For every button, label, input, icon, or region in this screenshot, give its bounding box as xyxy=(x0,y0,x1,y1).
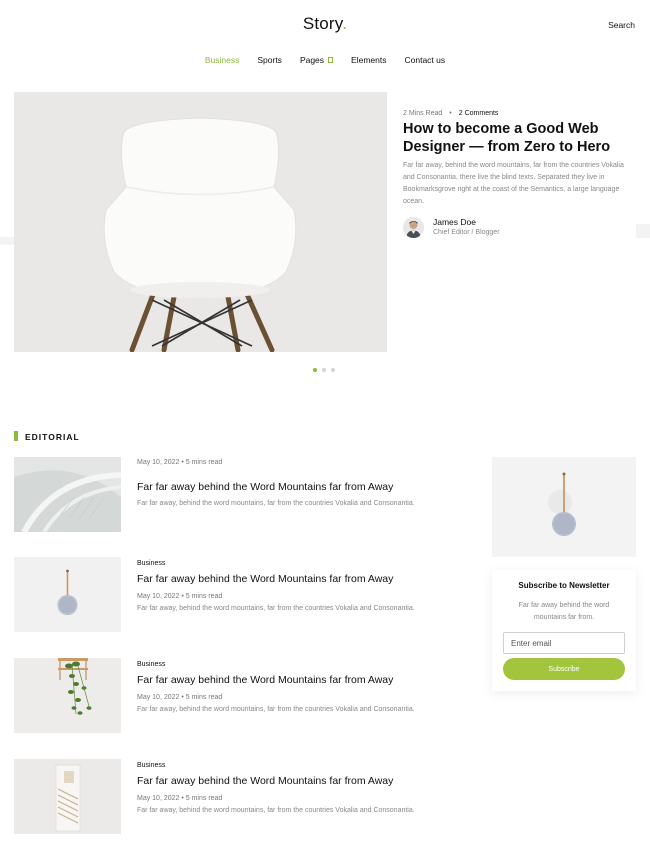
newsletter-title: Subscribe to Newsletter xyxy=(518,581,610,590)
slider-next-edge[interactable] xyxy=(636,224,650,238)
post-title[interactable]: Far far away behind the Word Mountains f… xyxy=(137,775,393,787)
post-thumbnail[interactable] xyxy=(14,457,121,532)
logo-text: Story xyxy=(302,14,343,33)
post-excerpt: Far far away, behind the word mountains,… xyxy=(137,605,415,612)
sidebar-image[interactable] xyxy=(492,457,636,557)
main-nav: Business Sports Pages Elements Contact u… xyxy=(0,55,650,65)
stairway-image xyxy=(14,759,121,834)
nav-item-business[interactable]: Business xyxy=(205,55,240,65)
post-thumbnail[interactable] xyxy=(14,658,121,733)
dropdown-caret-icon xyxy=(328,57,334,63)
hero-image[interactable] xyxy=(14,92,387,352)
post-title[interactable]: Far far away behind the Word Mountains f… xyxy=(137,674,393,686)
post-category[interactable]: Business xyxy=(137,560,165,567)
slider-dots xyxy=(313,368,335,372)
subscribe-button[interactable]: Subscribe xyxy=(503,658,625,680)
post-title[interactable]: Far far away behind the Word Mountains f… xyxy=(137,573,393,585)
newsletter-widget: Subscribe to Newsletter Far far away beh… xyxy=(492,570,636,691)
slider-dot-1[interactable] xyxy=(313,368,317,372)
nav-item-pages-label: Pages xyxy=(299,55,325,65)
wall-clock-image xyxy=(492,457,636,557)
white-chair-image xyxy=(14,92,387,352)
nav-item-sports[interactable]: Sports xyxy=(257,55,282,65)
search-link[interactable]: Search xyxy=(608,20,635,30)
hanging-plant-image xyxy=(14,658,121,733)
email-field[interactable] xyxy=(503,632,625,654)
logo-dot: . xyxy=(342,14,348,33)
post-thumbnail[interactable] xyxy=(14,557,121,632)
section-accent-bar xyxy=(14,431,18,441)
nav-item-elements[interactable]: Elements xyxy=(351,55,386,65)
post-title[interactable]: Far far away behind the Word Mountains f… xyxy=(137,481,393,493)
meta-separator: • xyxy=(449,110,452,117)
nav-item-contact[interactable]: Contact us xyxy=(404,55,445,65)
section-title-editorial: EDITORIAL xyxy=(25,432,80,442)
author-avatar[interactable] xyxy=(403,217,424,238)
post-excerpt: Far far away, behind the word mountains,… xyxy=(137,706,415,713)
slider-dot-3[interactable] xyxy=(331,368,335,372)
person-avatar-icon xyxy=(403,217,424,238)
post-date: May 10, 2022 • 5 mins read xyxy=(137,593,223,600)
author-name[interactable]: James Doe xyxy=(433,217,476,227)
site-logo[interactable]: Story. xyxy=(0,14,650,34)
post-thumbnail[interactable] xyxy=(14,759,121,834)
slider-prev-edge[interactable] xyxy=(0,237,14,245)
post-category[interactable]: Business xyxy=(137,762,165,769)
hero-excerpt: Far far away, behind the word mountains,… xyxy=(403,162,624,205)
post-date: May 10, 2022 • 5 mins read xyxy=(137,459,223,466)
author-role: Chief Editor / Blogger xyxy=(433,229,500,236)
nav-item-pages[interactable]: Pages xyxy=(299,55,334,65)
newsletter-text: Far far away behind the word mountains f… xyxy=(518,602,610,621)
slider-dot-2[interactable] xyxy=(322,368,326,372)
architecture-image xyxy=(14,457,121,532)
hero-meta: 2 Mins Read • 2 Comments xyxy=(403,110,498,117)
hero-comments-link[interactable]: 2 Comments xyxy=(459,110,499,117)
post-excerpt: Far far away, behind the word mountains,… xyxy=(137,500,415,507)
post-category[interactable]: Business xyxy=(137,661,165,668)
post-excerpt: Far far away, behind the word mountains,… xyxy=(137,807,415,814)
post-date: May 10, 2022 • 5 mins read xyxy=(137,694,223,701)
hero-read-time: 2 Mins Read xyxy=(403,110,443,117)
post-date: May 10, 2022 • 5 mins read xyxy=(137,795,223,802)
wall-clock-image xyxy=(14,557,121,632)
hero-title[interactable]: How to become a Good Web Designer — from… xyxy=(403,120,638,156)
